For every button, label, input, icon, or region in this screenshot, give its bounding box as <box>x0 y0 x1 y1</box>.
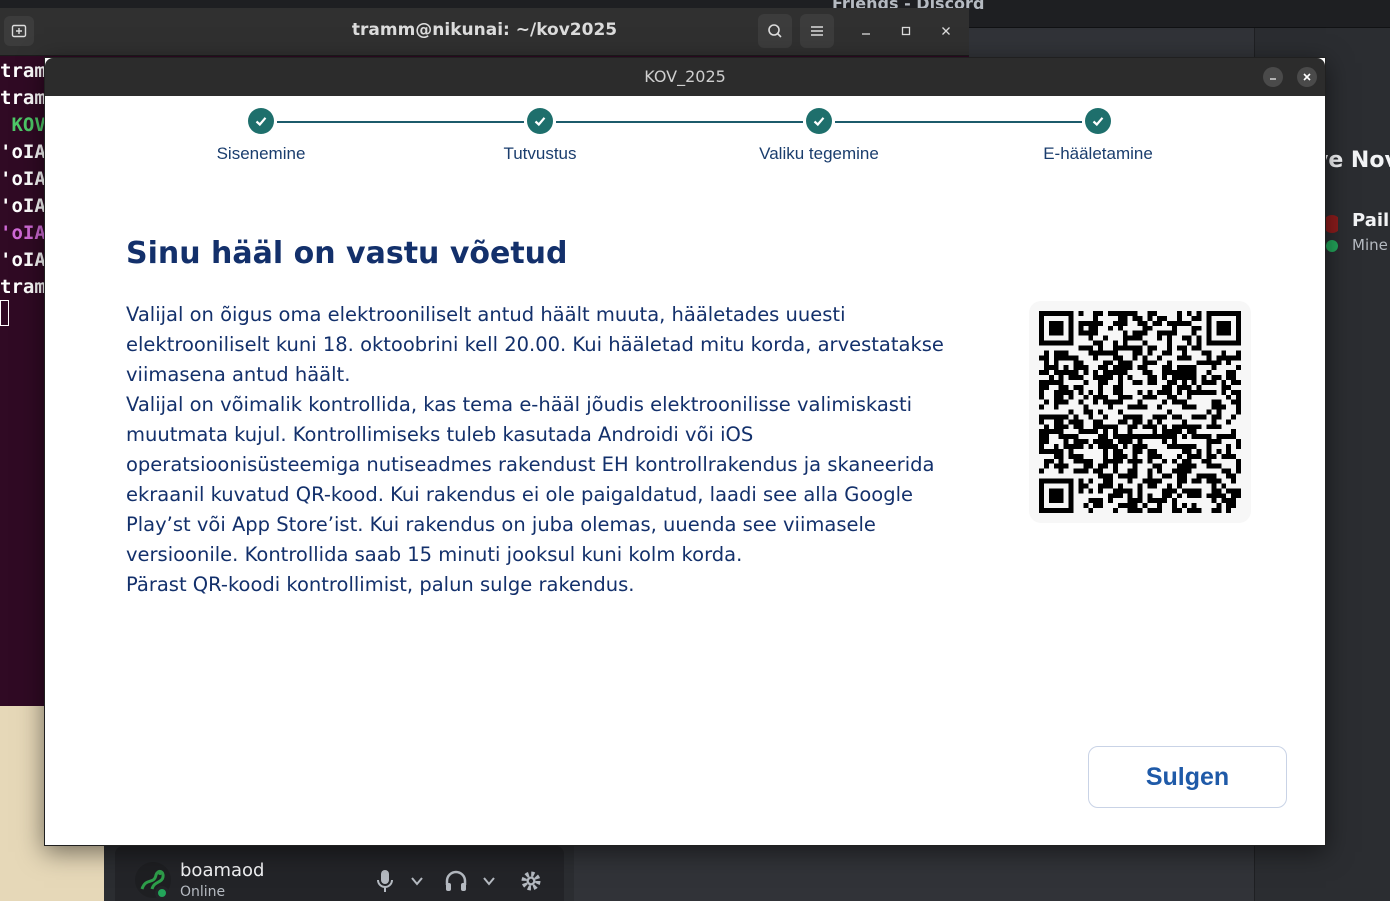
terminal-line: tram <box>0 60 46 82</box>
qr-code-image <box>1039 311 1241 513</box>
hamburger-menu-icon[interactable] <box>800 14 834 48</box>
user-online-indicator <box>155 886 169 900</box>
checkmark-icon <box>248 108 274 134</box>
mic-options-chevron-down-icon[interactable] <box>410 874 424 888</box>
terminal-output[interactable]: tram tram KOV 'oIA 'oIA 'oIA 'oIA 'oIA tram <box>0 58 46 301</box>
terminal-line: tram <box>0 276 46 298</box>
step-e-haaletamine: E-hääletamine <box>978 108 1218 164</box>
kov-titlebar: KOV_2025 <box>45 58 1325 96</box>
qr-code <box>1029 301 1251 523</box>
minimize-icon[interactable] <box>855 20 877 42</box>
close-icon[interactable] <box>935 20 957 42</box>
step-label: E-hääletamine <box>1043 144 1153 163</box>
vote-info-text: Valijal on õigus oma elektrooniliselt an… <box>126 300 946 600</box>
info-line: operatsioonisüsteemiga nutiseadmes raken… <box>126 453 935 476</box>
progress-stepper: Sisenemine Tutvustus Valiku tegemine E-h… <box>45 96 1325 186</box>
maximize-icon[interactable] <box>895 20 917 42</box>
terminal-line: 'oIA <box>0 222 46 244</box>
step-tutvustus: Tutvustus <box>420 108 660 164</box>
friend-status: Mine <box>1352 236 1388 254</box>
terminal-line: KOV <box>0 114 46 136</box>
page-title: Sinu hääl on vastu võetud <box>126 236 568 271</box>
kov-window-title: KOV_2025 <box>644 67 726 86</box>
checkmark-icon <box>806 108 832 134</box>
step-label: Sisenemine <box>216 144 306 163</box>
terminal-line: 'oIA <box>0 249 46 271</box>
info-line: Play’st või App Store’ist. Kui rakendus … <box>126 513 876 536</box>
info-line: Pärast QR-koodi kontrollimist, palun sul… <box>126 573 635 596</box>
info-line: elektrooniliselt kuni 18. oktoobrini kel… <box>126 333 944 356</box>
info-line: muutmata kujul. Kontrollimiseks tuleb ka… <box>126 423 754 446</box>
step-label: Tutvustus <box>503 144 577 163</box>
terminal-line: 'oIA <box>0 168 46 190</box>
info-line: versioonile. Kontrollida saab 15 minuti … <box>126 543 743 566</box>
kov-dialog: KOV_2025 Sisenemine Tutvustus Valiku teg… <box>44 57 1326 846</box>
search-icon[interactable] <box>758 14 792 48</box>
info-line: viimasena antud häält. <box>126 363 351 386</box>
gear-icon[interactable] <box>518 868 544 894</box>
terminal-line: 'oIA <box>0 195 46 217</box>
headphone-options-chevron-down-icon[interactable] <box>482 874 496 888</box>
checkmark-icon <box>527 108 553 134</box>
terminal-titlebar: tramm@nikunai: ~/kov2025 <box>0 8 969 56</box>
close-icon[interactable] <box>1297 67 1317 87</box>
info-line: Valijal on võimalik kontrollida, kas tem… <box>126 393 913 416</box>
checkmark-icon <box>1085 108 1111 134</box>
friend-name[interactable]: Paila <box>1352 210 1390 231</box>
user-name: boamaod <box>180 860 265 881</box>
minimize-icon[interactable] <box>1263 67 1283 87</box>
user-status: Online <box>180 884 226 900</box>
step-valiku-tegemine: Valiku tegemine <box>699 108 939 164</box>
microphone-icon[interactable] <box>372 868 398 894</box>
terminal-line: tram <box>0 87 46 109</box>
step-sisenemine: Sisenemine <box>141 108 381 164</box>
step-label: Valiku tegemine <box>759 144 879 163</box>
headphones-icon[interactable] <box>443 868 469 894</box>
info-line: ekraanil kuvatud QR-kood. Kui rakendus e… <box>126 483 914 506</box>
close-button[interactable]: Sulgen <box>1088 746 1287 808</box>
friend-online-indicator <box>1326 240 1338 252</box>
terminal-line: 'oIA <box>0 141 46 163</box>
info-line: Valijal on õigus oma elektrooniliselt an… <box>126 303 846 326</box>
terminal-cursor <box>0 300 9 326</box>
user-panel: boamaod Online <box>115 846 564 901</box>
